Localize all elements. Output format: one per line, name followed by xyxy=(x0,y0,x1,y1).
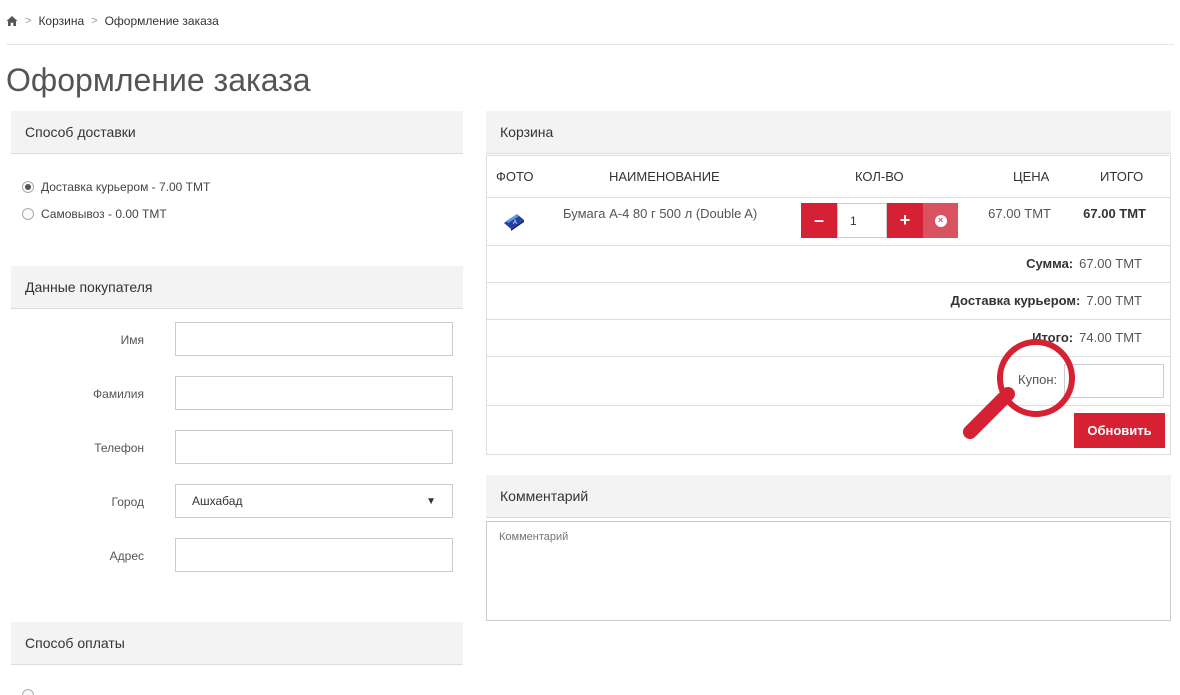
payment-heading-text: Способ оплаты xyxy=(25,635,125,651)
delivery-option-label: Самовывоз - 0.00 ТМТ xyxy=(41,207,167,221)
subtotal-row: Сумма: 67.00 ТМТ xyxy=(1026,256,1142,271)
page-title: Оформление заказа xyxy=(6,62,311,98)
buyer-panel-heading: Данные покупателя xyxy=(11,266,463,309)
payment-radio-icon[interactable] xyxy=(22,689,34,695)
minus-icon[interactable]: – xyxy=(801,203,837,238)
city-select[interactable]: Ашхабад ▼ xyxy=(175,484,453,518)
divider xyxy=(487,245,1170,246)
grand-total-row: Итого: 74.00 ТМТ xyxy=(1032,330,1142,345)
delivery-panel-heading: Способ доставки xyxy=(11,111,463,154)
divider xyxy=(487,197,1170,198)
item-price: 67.00 ТМТ xyxy=(988,206,1051,221)
update-button[interactable]: Обновить xyxy=(1074,413,1165,448)
plus-icon[interactable]: + xyxy=(887,203,923,238)
phone-field[interactable] xyxy=(175,430,453,464)
delivery-option-label: Доставка курьером - 7.00 ТМТ xyxy=(41,180,211,194)
payment-panel-heading: Способ оплаты xyxy=(11,622,463,665)
column-header-photo: ФОТО xyxy=(496,169,534,184)
delivery-option-pickup[interactable]: Самовывоз - 0.00 ТМТ xyxy=(22,207,167,221)
subtotal-value: 67.00 ТМТ xyxy=(1079,256,1142,271)
item-total: 67.00 ТМТ xyxy=(1083,206,1146,221)
radio-unchecked-icon[interactable] xyxy=(22,208,34,220)
product-name[interactable]: Бумага А-4 80 г 500 л (Double A) xyxy=(563,206,757,221)
subtotal-label: Сумма: xyxy=(1026,256,1074,271)
breadcrumb-current: Оформление заказа xyxy=(104,14,219,28)
divider xyxy=(487,356,1170,357)
city-select-value: Ашхабад xyxy=(192,494,243,508)
coupon-input[interactable] xyxy=(1064,364,1164,398)
cart-panel-heading: Корзина xyxy=(486,111,1171,154)
delivery-cost-row: Доставка курьером: 7.00 ТМТ xyxy=(951,293,1142,308)
product-thumbnail[interactable]: A xyxy=(501,208,527,234)
breadcrumb-separator: > xyxy=(91,15,98,27)
comment-field[interactable] xyxy=(486,521,1171,621)
last-name-field[interactable] xyxy=(175,376,453,410)
column-header-qty: КОЛ-ВО xyxy=(855,169,904,184)
chevron-down-icon: ▼ xyxy=(426,495,436,507)
column-header-name: НАИМЕНОВАНИЕ xyxy=(609,169,720,184)
address-label: Адрес xyxy=(109,549,144,563)
breadcrumb-separator: > xyxy=(25,15,32,27)
city-label: Город xyxy=(111,495,144,509)
remove-icon: × xyxy=(934,214,947,227)
breadcrumb: > Корзина > Оформление заказа xyxy=(6,14,219,28)
divider xyxy=(487,319,1170,320)
divider xyxy=(487,282,1170,283)
remove-item-button[interactable]: × xyxy=(923,203,958,238)
delivery-cost-value: 7.00 ТМТ xyxy=(1086,293,1142,308)
quantity-input[interactable]: 1 xyxy=(837,203,887,238)
quantity-stepper: – 1 + × xyxy=(801,203,958,238)
last-name-label: Фамилия xyxy=(93,387,144,401)
delivery-heading-text: Способ доставки xyxy=(25,124,136,140)
grand-total-value: 74.00 ТМТ xyxy=(1079,330,1142,345)
comment-heading-text: Комментарий xyxy=(500,488,589,504)
divider xyxy=(487,405,1170,406)
delivery-option-courier[interactable]: Доставка курьером - 7.00 ТМТ xyxy=(22,180,210,194)
column-header-total: ИТОГО xyxy=(1100,169,1144,184)
column-header-price: ЦЕНА xyxy=(1013,169,1050,184)
grand-total-label: Итого: xyxy=(1032,330,1074,345)
comment-panel-heading: Комментарий xyxy=(486,475,1171,518)
address-field[interactable] xyxy=(175,538,453,572)
coupon-label: Купон: xyxy=(1018,372,1058,387)
cart-table: ФОТО НАИМЕНОВАНИЕ КОЛ-ВО ЦЕНА ИТОГО A Бу… xyxy=(486,155,1171,455)
home-icon[interactable] xyxy=(6,15,18,27)
cart-heading-text: Корзина xyxy=(500,124,554,140)
buyer-heading-text: Данные покупателя xyxy=(25,279,153,295)
delivery-cost-label: Доставка курьером: xyxy=(950,293,1081,308)
first-name-field[interactable] xyxy=(175,322,453,356)
phone-label: Телефон xyxy=(94,441,144,455)
svg-text:A: A xyxy=(513,220,517,226)
divider xyxy=(6,44,1174,45)
breadcrumb-cart-link[interactable]: Корзина xyxy=(38,14,84,28)
radio-checked-icon[interactable] xyxy=(22,181,34,193)
first-name-label: Имя xyxy=(120,333,144,347)
